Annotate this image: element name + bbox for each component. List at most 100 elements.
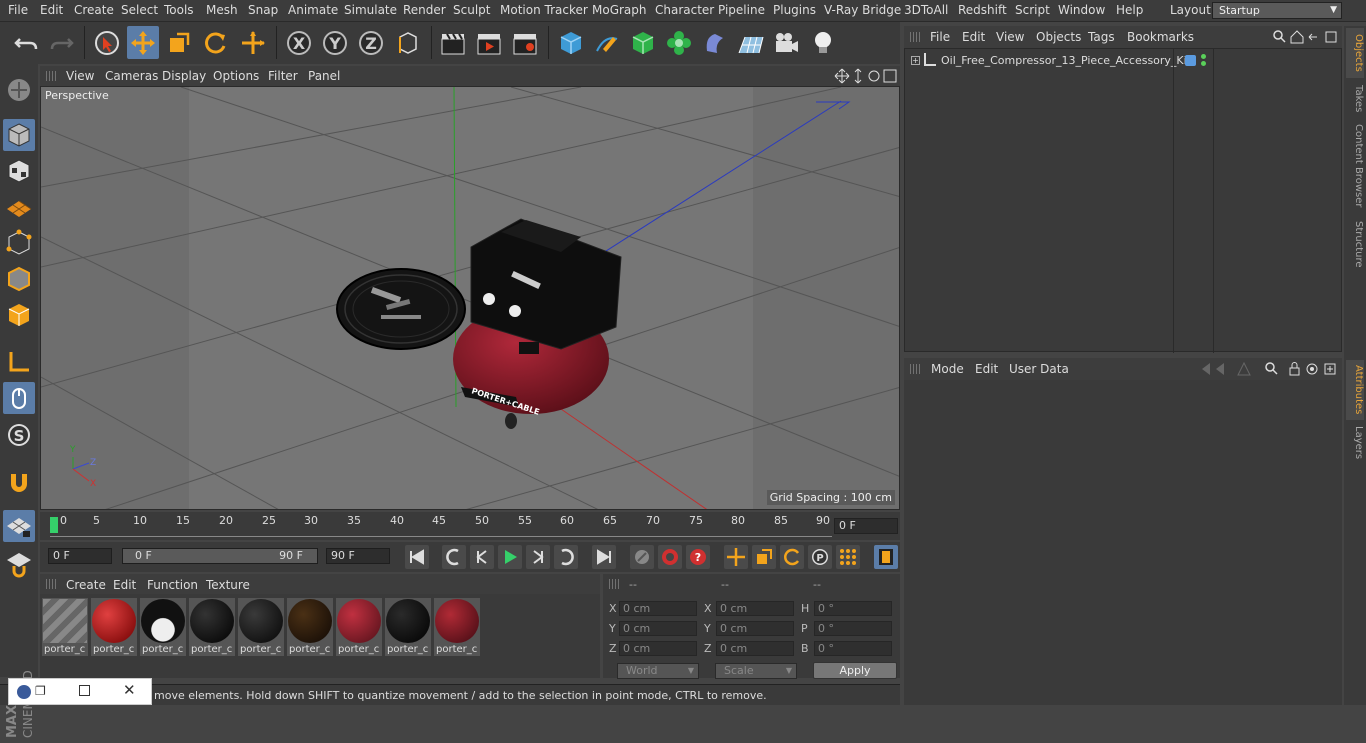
menu-animate[interactable]: Animate <box>288 3 338 17</box>
deformer-button[interactable] <box>699 26 731 59</box>
menu-snap[interactable]: Snap <box>248 3 278 17</box>
undo-button[interactable] <box>10 26 42 59</box>
goto-start-button[interactable] <box>405 545 429 569</box>
viewport-menu-display[interactable]: Display <box>162 69 206 83</box>
menu-help[interactable]: Help <box>1116 3 1143 17</box>
menu-render[interactable]: Render <box>403 3 446 17</box>
x-axis-button[interactable]: X <box>283 26 315 59</box>
render-settings-button[interactable] <box>509 26 541 59</box>
current-frame-field[interactable]: 0 F <box>834 518 898 534</box>
menu-mograph[interactable]: MoGraph <box>592 3 647 17</box>
cloner-button[interactable] <box>663 26 695 59</box>
object-menu-file[interactable]: File <box>930 30 950 44</box>
subdivision-button[interactable] <box>627 26 659 59</box>
object-menu-bookmarks[interactable]: Bookmarks <box>1127 30 1194 44</box>
prev-key-button[interactable] <box>442 545 466 569</box>
pos-x-field[interactable]: 0 cm <box>619 601 697 616</box>
render-to-picture-viewer-button[interactable] <box>473 26 505 59</box>
autokey-button[interactable]: ? <box>686 545 710 569</box>
menu-pipeline[interactable]: Pipeline <box>718 3 765 17</box>
material-swatch[interactable]: porter_c <box>42 598 88 656</box>
tab-content-browser[interactable]: Content Browser <box>1346 120 1364 212</box>
prev-frame-button[interactable] <box>470 545 494 569</box>
snap-button[interactable] <box>3 466 35 498</box>
menu-3dtoall[interactable]: 3DToAll <box>904 3 948 17</box>
menu-window[interactable]: Window <box>1058 3 1105 17</box>
rot-h-field[interactable]: 0 ° <box>814 601 892 616</box>
material-swatch[interactable]: porter_c <box>140 598 186 656</box>
object-menu-objects[interactable]: Objects <box>1036 30 1081 44</box>
grip-icon[interactable] <box>910 364 920 374</box>
object-manager-tool-icons[interactable] <box>1272 29 1340 45</box>
pos-z-field[interactable]: 0 cm <box>619 641 697 656</box>
attr-menu-user-data[interactable]: User Data <box>1009 362 1069 376</box>
move-tool-button[interactable] <box>127 26 159 59</box>
floor-button[interactable] <box>735 26 767 59</box>
axis-mode-button[interactable] <box>3 346 35 378</box>
viewport-navigation-icons[interactable] <box>834 68 898 84</box>
object-menu-tags[interactable]: Tags <box>1088 30 1115 44</box>
coordinate-system-button[interactable] <box>392 26 424 59</box>
menu-script[interactable]: Script <box>1015 3 1050 17</box>
texture-mode-button[interactable] <box>3 155 35 187</box>
start-frame-field[interactable]: 0 F <box>48 548 112 564</box>
workplane-lock-button[interactable] <box>3 510 35 542</box>
redo-button[interactable] <box>46 26 78 59</box>
z-axis-button[interactable]: Z <box>355 26 387 59</box>
menu-mesh[interactable]: Mesh <box>206 3 238 17</box>
goto-end-button[interactable] <box>592 545 616 569</box>
material-swatch[interactable]: porter_c <box>189 598 235 656</box>
menu-character[interactable]: Character <box>655 3 714 17</box>
object-menu-edit[interactable]: Edit <box>962 30 985 44</box>
viewport-menu-options[interactable]: Options <box>213 69 259 83</box>
menu-motion-tracker[interactable]: Motion Tracker <box>500 3 588 17</box>
polygons-mode-button[interactable] <box>3 299 35 331</box>
play-button[interactable] <box>498 545 522 569</box>
live-selection-button[interactable] <box>91 26 123 59</box>
solo-button[interactable]: S <box>3 419 35 451</box>
tab-takes[interactable]: Takes <box>1346 80 1364 118</box>
menu-select[interactable]: Select <box>121 3 158 17</box>
attr-menu-mode[interactable]: Mode <box>931 362 964 376</box>
menu-vray-bridge[interactable]: V-Ray Bridge <box>824 3 901 17</box>
cube-object-button[interactable] <box>555 26 587 59</box>
material-menu-function[interactable]: Function <box>147 578 198 592</box>
menu-create[interactable]: Create <box>74 3 114 17</box>
size-mode-select[interactable]: Scale ▼ <box>715 663 797 679</box>
key-parameter-button[interactable]: P <box>808 545 832 569</box>
menu-plugins[interactable]: Plugins <box>773 3 816 17</box>
menu-tools[interactable]: Tools <box>164 3 194 17</box>
layout-select[interactable]: Startup ▼ <box>1212 2 1342 19</box>
grip-icon[interactable] <box>46 71 56 81</box>
editor-visibility-dot[interactable] <box>1201 54 1206 59</box>
viewport-menu-cameras[interactable]: Cameras <box>105 69 158 83</box>
next-frame-button[interactable] <box>526 545 550 569</box>
size-y-field[interactable]: 0 cm <box>716 621 794 636</box>
viewport-menu-view[interactable]: View <box>66 69 94 83</box>
object-menu-view[interactable]: View <box>996 30 1024 44</box>
timeline-window-button[interactable] <box>874 545 898 569</box>
layer-color-icon[interactable] <box>1185 55 1196 66</box>
material-swatch[interactable]: porter_c <box>336 598 382 656</box>
rot-b-field[interactable]: 0 ° <box>814 641 892 656</box>
size-x-field[interactable]: 0 cm <box>716 601 794 616</box>
motion-record-button[interactable] <box>630 545 654 569</box>
end-frame-field[interactable]: 90 F <box>326 548 390 564</box>
window-control[interactable] <box>1346 4 1364 18</box>
menu-file[interactable]: File <box>8 3 28 17</box>
material-swatch[interactable]: porter_c <box>238 598 284 656</box>
workplane-mode-button[interactable] <box>3 191 35 223</box>
render-visibility-dot[interactable] <box>1201 61 1206 66</box>
grip-icon[interactable] <box>910 32 920 42</box>
material-swatch[interactable]: porter_c <box>385 598 431 656</box>
key-position-button[interactable] <box>724 545 748 569</box>
record-active-button[interactable] <box>658 545 682 569</box>
menu-edit[interactable]: Edit <box>40 3 63 17</box>
tab-attributes[interactable]: Attributes <box>1346 360 1364 420</box>
key-rotation-button[interactable] <box>780 545 804 569</box>
transform-tool-button[interactable] <box>237 26 269 59</box>
size-z-field[interactable]: 0 cm <box>716 641 794 656</box>
render-view-button[interactable] <box>437 26 469 59</box>
timeline-ruler[interactable]: 0 5 10 15 20 25 30 35 40 45 50 55 60 65 … <box>40 512 900 540</box>
key-pla-button[interactable] <box>836 545 860 569</box>
